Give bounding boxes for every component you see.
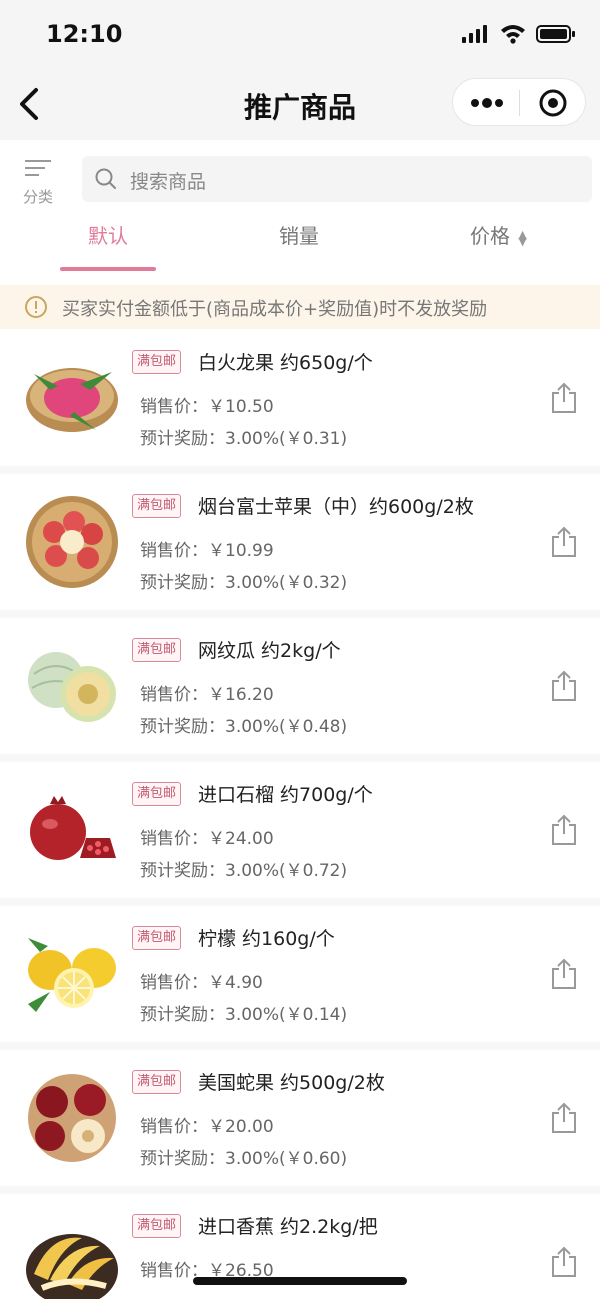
battery-icon <box>536 25 575 43</box>
category-label: 分类 <box>22 188 53 206</box>
status-icons <box>462 24 576 44</box>
active-tab-underline <box>60 267 156 271</box>
free-shipping-badge: 满包邮 <box>132 1070 182 1094</box>
sale-price: 销售价：￥20.00 <box>140 1117 274 1137</box>
share-icon[interactable] <box>550 526 578 558</box>
search-icon <box>95 168 116 189</box>
product-name: 烟台富士苹果（中）约600g/2枚 <box>198 496 474 518</box>
tab-default[interactable]: 默认 <box>88 220 128 249</box>
tab-price-label: 价格 <box>470 224 510 248</box>
free-shipping-badge: 满包邮 <box>132 350 182 374</box>
tab-default-label: 默认 <box>88 224 128 248</box>
share-icon[interactable] <box>550 670 578 702</box>
tab-sales[interactable]: 销量 <box>279 220 319 249</box>
free-shipping-badge: 满包邮 <box>132 494 182 518</box>
melon-icon <box>28 652 116 722</box>
sale-price: 销售价：￥10.99 <box>140 541 274 561</box>
search-placeholder: 搜索商品 <box>130 171 207 193</box>
estimated-reward: 预计奖励：3.00%(￥0.60) <box>140 1149 348 1169</box>
estimated-reward: 预计奖励：3.00%(￥0.48) <box>140 717 348 737</box>
sale-price: 销售价：￥24.00 <box>140 829 274 849</box>
menu-lines-icon <box>25 160 51 176</box>
more-button[interactable] <box>467 89 507 117</box>
product-item[interactable]: 满包邮 美国蛇果 约500g/2枚 销售价：￥20.00 预计奖励：3.00%(… <box>0 1050 600 1186</box>
free-shipping-badge: 满包邮 <box>132 1214 182 1238</box>
status-time: 12:10 <box>46 20 123 48</box>
sort-arrows-icon: ▲ ▼ <box>518 227 527 248</box>
pomegranate-icon <box>30 796 116 860</box>
share-icon[interactable] <box>550 958 578 990</box>
sale-price: 销售价：￥10.50 <box>140 397 274 417</box>
sort-tabs: 默认 销量 价格 ▲ ▼ <box>0 212 600 272</box>
estimated-reward: 预计奖励：3.00%(￥0.32) <box>140 573 348 593</box>
signal-icon <box>462 25 487 43</box>
product-item[interactable]: 满包邮 柠檬 约160g/个 销售价：￥4.90 预计奖励：3.00%(￥0.1… <box>0 906 600 1042</box>
free-shipping-badge: 满包邮 <box>132 638 182 662</box>
product-name: 柠檬 约160g/个 <box>198 928 335 950</box>
estimated-reward: 预计奖励：3.00%(￥0.72) <box>140 861 348 881</box>
product-name: 进口石榴 约700g/个 <box>198 784 373 806</box>
close-mini-program-button[interactable] <box>537 87 569 119</box>
status-bar: 12:10 <box>0 0 600 70</box>
product-name: 网纹瓜 约2kg/个 <box>198 640 341 662</box>
target-close-icon <box>539 89 567 117</box>
category-button[interactable]: 分类 <box>18 158 58 210</box>
notice-text: 买家实付金额低于(商品成本价+奖励值)时不发放奖励 <box>62 299 488 320</box>
capsule-divider <box>519 90 520 116</box>
share-icon[interactable] <box>550 814 578 846</box>
filter-area: 分类 搜索商品 默认 销量 价格 ▲ ▼ <box>0 140 600 285</box>
product-list: 满包邮 白火龙果 约650g/个 销售价：￥10.50 预计奖励：3.00%(￥… <box>0 330 600 1299</box>
product-item[interactable]: 满包邮 烟台富士苹果（中）约600g/2枚 销售价：￥10.99 预计奖励：3.… <box>0 474 600 610</box>
wifi-icon <box>501 25 525 44</box>
tab-price[interactable]: 价格 ▲ ▼ <box>470 220 527 249</box>
product-name: 白火龙果 约650g/个 <box>198 352 373 374</box>
sale-price: 销售价：￥16.20 <box>140 685 274 705</box>
product-item[interactable]: 满包邮 进口石榴 约700g/个 销售价：￥24.00 预计奖励：3.00%(￥… <box>0 762 600 898</box>
more-dots-icon <box>471 98 503 108</box>
banana-icon <box>26 1234 118 1299</box>
estimated-reward: 预计奖励：3.00%(￥0.14) <box>140 1005 348 1025</box>
share-icon[interactable] <box>550 382 578 414</box>
mini-program-capsule <box>452 78 586 126</box>
lemon-icon <box>28 938 116 1012</box>
product-item[interactable]: 满包邮 网纹瓜 约2kg/个 销售价：￥16.20 预计奖励：3.00%(￥0.… <box>0 618 600 754</box>
product-name: 进口香蕉 约2.2kg/把 <box>198 1216 378 1238</box>
home-indicator <box>193 1277 407 1285</box>
sale-price: 销售价：￥4.90 <box>140 973 263 993</box>
info-icon <box>25 296 47 318</box>
red-apple-icon <box>28 1074 116 1162</box>
free-shipping-badge: 满包邮 <box>132 926 182 950</box>
product-name: 美国蛇果 约500g/2枚 <box>198 1072 385 1094</box>
nav-bar: 推广商品 <box>0 70 600 140</box>
dragon-fruit-icon <box>26 368 118 432</box>
share-icon[interactable] <box>550 1102 578 1134</box>
estimated-reward: 预计奖励：3.00%(￥0.31) <box>140 429 348 449</box>
share-icon[interactable] <box>550 1246 578 1278</box>
notice-bar: 买家实付金额低于(商品成本价+奖励值)时不发放奖励 <box>0 285 600 329</box>
apple-basket-icon <box>26 496 118 588</box>
free-shipping-badge: 满包邮 <box>132 782 182 806</box>
tab-sales-label: 销量 <box>279 224 319 248</box>
search-input[interactable]: 搜索商品 <box>82 156 592 202</box>
product-item[interactable]: 满包邮 白火龙果 约650g/个 销售价：￥10.50 预计奖励：3.00%(￥… <box>0 330 600 466</box>
